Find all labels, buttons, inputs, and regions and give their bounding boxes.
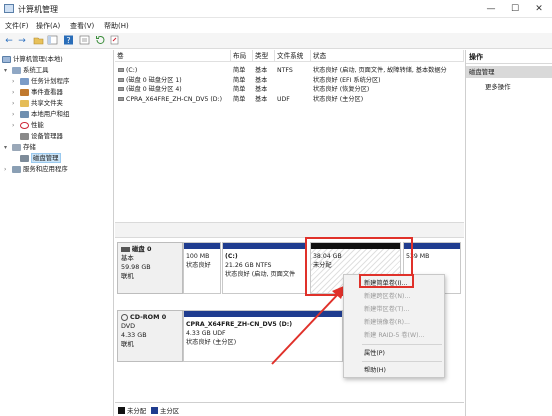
menu-separator: [362, 361, 442, 362]
menu-separator: [362, 344, 442, 345]
menu-item-help[interactable]: 帮助(H): [344, 365, 444, 376]
menu-item-new-mirrored-volume[interactable]: 新建镜像卷(R)...: [344, 317, 444, 328]
menu-highlight-box: [359, 274, 414, 288]
menu-item-new-spanned-volume[interactable]: 新建跨区卷(N)...: [344, 291, 444, 302]
menu-item-new-striped-volume[interactable]: 新建带区卷(T)...: [344, 304, 444, 315]
menu-item-new-raid5-volume[interactable]: 新建 RAID-5 卷(W)...: [344, 330, 444, 341]
annotation-arrow: [271, 285, 346, 365]
context-menu: 新建简单卷(I)... 新建跨区卷(N)... 新建带区卷(T)... 新建镜像…: [343, 274, 445, 378]
menu-item-properties[interactable]: 属性(P): [344, 348, 444, 359]
